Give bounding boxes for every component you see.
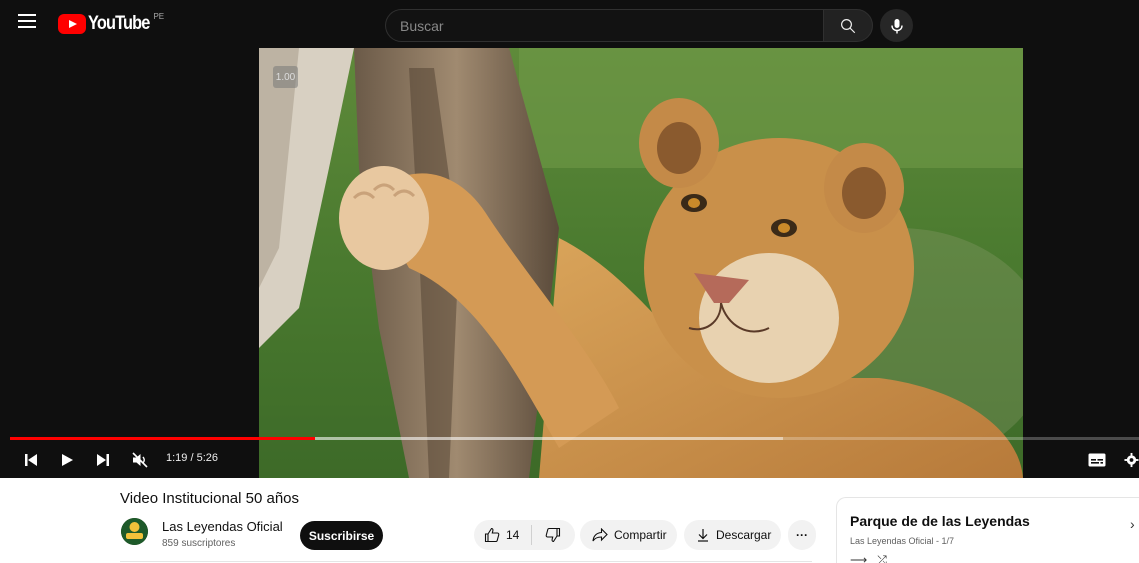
page: YouTube PE Buscar 1.00 1:19 / 5:26 Video… [0,0,1139,563]
download-icon [698,529,708,542]
region-code: PE [153,12,165,21]
volume-muted-icon [132,452,148,468]
logo-text: YouTube [88,13,150,34]
share-button[interactable]: Compartir [580,520,677,550]
playback-speed-badge: 1.00 [273,66,298,88]
subtitles-icon [1088,453,1106,467]
subtitles-button[interactable] [1087,450,1107,470]
search-button[interactable] [823,9,873,42]
playlist-controls: ⟶⤮ [850,553,897,563]
gear-icon [1124,452,1139,468]
playlist-subtitle: Las Leyendas Oficial - 1/7 [850,536,955,546]
voice-search-button[interactable] [880,9,913,42]
youtube-play-icon [58,14,86,34]
channel-name[interactable]: Las Leyendas Oficial [162,519,283,534]
like-count: 14 [506,528,520,542]
channel-logo-icon [121,518,148,545]
youtube-logo[interactable]: YouTube PE [58,12,165,34]
video-frame[interactable] [259,48,1023,478]
microphone-icon [890,18,903,33]
download-label: Descargar [716,528,772,542]
play-button[interactable] [58,450,76,470]
skip-previous-icon [25,454,37,466]
thumbs-up-icon [484,527,500,543]
subscribe-button[interactable]: Suscribirse [300,521,383,550]
like-button[interactable]: 14 [474,525,532,545]
download-button[interactable]: Descargar [684,520,781,550]
more-actions-button[interactable]: ··· [788,520,816,550]
play-icon [62,454,73,466]
progress-played [10,437,315,440]
thumbs-down-icon [545,527,561,543]
masthead: YouTube PE Buscar [0,0,1139,48]
playlist-title[interactable]: Parque de de las Leyendas [850,513,1030,529]
skip-next-icon [97,454,109,466]
mute-button[interactable] [130,450,150,470]
channel-avatar[interactable] [121,518,148,545]
video-thumbnail [259,48,1023,478]
playlist-panel: Parque de de las Leyendas Las Leyendas O… [836,497,1139,563]
playlist-collapse-icon[interactable]: › [1130,516,1135,532]
menu-icon[interactable] [18,14,38,34]
subscriber-count: 859 suscriptores [162,538,236,549]
next-button[interactable] [94,450,112,470]
dislike-button[interactable] [532,525,574,545]
loop-icon[interactable]: ⟶ [850,553,877,563]
search-input[interactable]: Buscar [385,9,823,42]
shuffle-icon[interactable]: ⤮ [877,553,897,563]
search-icon [841,18,856,33]
time-display: 1:19 / 5:26 [166,452,218,464]
settings-button[interactable] [1124,450,1139,470]
divider [120,561,812,562]
share-icon [592,528,608,542]
video-title: Video Institucional 50 años [120,490,300,507]
share-label: Compartir [614,528,667,542]
previous-button[interactable] [22,450,40,470]
progress-bar[interactable] [10,437,1139,440]
like-dislike-group: 14 [474,520,575,550]
